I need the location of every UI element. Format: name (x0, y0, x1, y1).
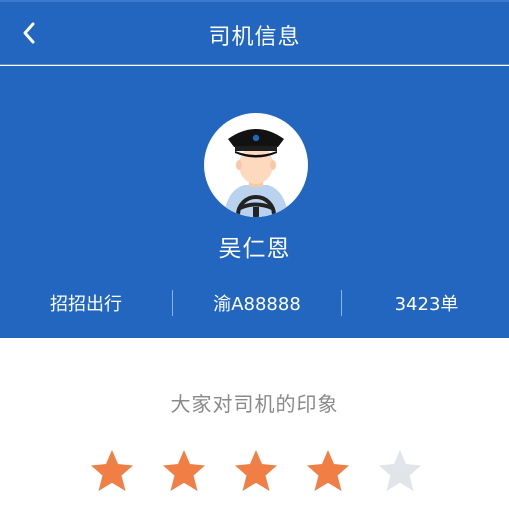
star-icon[interactable] (377, 448, 423, 494)
order-count: 3423单 (394, 294, 459, 315)
driver-header: 吴仁恩 招招出行 渝A88888 3423单 (0, 66, 509, 338)
plate-number: 渝A88888 (213, 294, 301, 315)
nav-bar: 司机信息 (0, 0, 509, 65)
page-title: 司机信息 (208, 24, 301, 50)
star-icon[interactable] (161, 448, 207, 494)
star-icon[interactable] (233, 448, 279, 494)
star-rating[interactable] (89, 448, 425, 494)
star-icon[interactable] (305, 448, 351, 494)
star-icon[interactable] (89, 448, 135, 494)
driver-name: 吴仁恩 (218, 236, 291, 262)
driver-avatar-icon (204, 113, 308, 217)
driver-stats: 招招出行 渝A88888 3423单 (0, 288, 509, 318)
company-label: 招招出行 (50, 294, 122, 315)
impression-title: 大家对司机的印象 (170, 392, 339, 416)
